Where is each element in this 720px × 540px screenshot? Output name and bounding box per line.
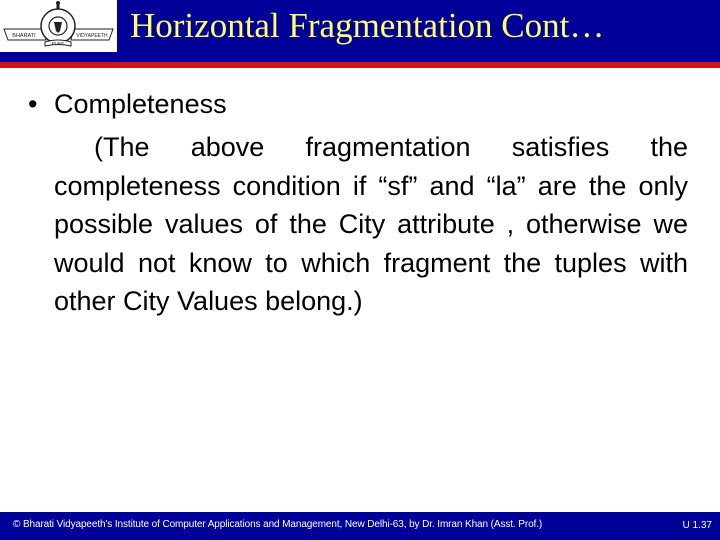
slide-title: Horizontal Fragmentation Cont… xyxy=(130,6,605,45)
svg-text:PUNE: PUNE xyxy=(52,41,65,46)
bharati-vidyapeeth-logo-icon: BHARATI VIDYAPEETH PUNE xyxy=(3,1,114,47)
header-blue-strip xyxy=(0,52,720,62)
bullet-heading: Completeness xyxy=(54,89,227,119)
slide-number: U 1.37 xyxy=(682,520,712,531)
svg-text:BHARATI: BHARATI xyxy=(12,33,36,39)
svg-text:VIDYAPEETH: VIDYAPEETH xyxy=(76,33,108,39)
footer-credit: © Bharati Vidyapeeth's Institute of Comp… xyxy=(13,519,543,530)
header-red-divider xyxy=(0,62,720,68)
footer-band: © Bharati Vidyapeeth's Institute of Comp… xyxy=(0,512,720,540)
bullet-icon: • xyxy=(28,89,38,119)
institution-logo: BHARATI VIDYAPEETH PUNE xyxy=(0,0,117,52)
bullet-paragraph: (The above fragmentation satisfies the c… xyxy=(54,132,688,317)
bullet-item: • Completeness xyxy=(28,84,227,124)
